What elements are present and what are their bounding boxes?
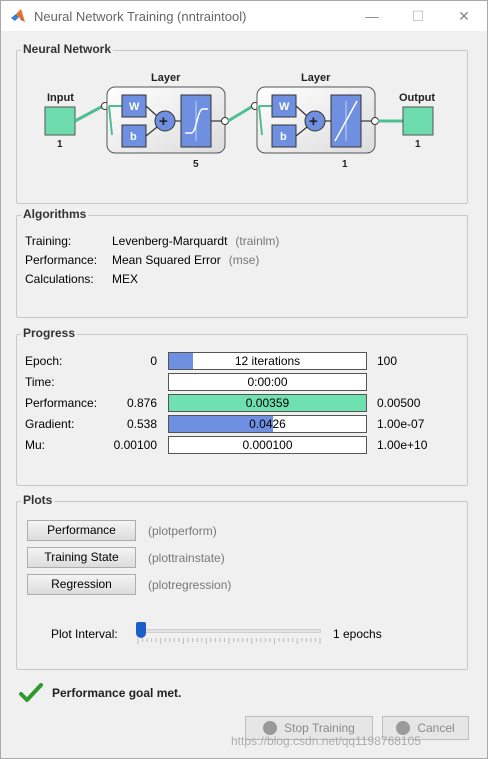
hidden-layer-size: 5 xyxy=(193,159,199,170)
stop-icon xyxy=(263,721,278,735)
matlab-logo-icon xyxy=(10,8,26,24)
progress-bar-gradient: 0.0426 xyxy=(168,415,367,433)
hidden-bias-label: b xyxy=(130,131,137,143)
algorithm-row-training: Training: Levenberg-Marquardt (trainlm) xyxy=(25,234,279,248)
algorithm-row-performance: Performance: Mean Squared Error (mse) xyxy=(25,253,259,267)
hidden-output-node xyxy=(221,117,229,125)
progress-bar-value: 12 iterations xyxy=(234,354,301,368)
plot-function: (plottrainstate) xyxy=(148,551,225,565)
cancel-label: Cancel xyxy=(417,721,455,735)
plot-interval-slider[interactable] xyxy=(137,629,321,633)
output-layer-output-node xyxy=(371,117,379,125)
output-node xyxy=(402,106,434,136)
progress-end-mu: 1.00e+10 xyxy=(377,438,428,452)
input-node xyxy=(44,106,76,136)
algorithms-panel: Algorithms Training: Levenberg-Marquardt… xyxy=(16,207,468,318)
plots-panel: Plots Performance (plotperform) Training… xyxy=(16,493,468,670)
output-sum-label: + xyxy=(309,113,318,130)
close-icon: ✕ xyxy=(458,7,470,24)
close-button[interactable]: ✕ xyxy=(441,1,487,31)
algorithm-label: Performance: xyxy=(25,253,98,267)
maximize-button[interactable]: ☐ xyxy=(395,1,441,31)
algorithm-label: Training: xyxy=(25,234,72,248)
status-row: Performance goal met. xyxy=(19,683,181,703)
progress-bar-value: 0.0426 xyxy=(249,417,286,431)
progress-end-epoch: 100 xyxy=(377,354,398,368)
input-size: 1 xyxy=(57,139,63,150)
algorithms-panel-title: Algorithms xyxy=(21,207,89,221)
progress-bar-epoch: 12 iterations xyxy=(168,352,367,370)
algorithm-value: MEX xyxy=(112,272,139,286)
title-bar[interactable]: Neural Network Training (nntraintool) — … xyxy=(1,1,487,31)
algorithm-row-calculations: Calculations: MEX xyxy=(25,272,138,286)
stop-training-label: Stop Training xyxy=(284,721,355,735)
progress-bar-value: 0.00359 xyxy=(245,396,290,410)
progress-start-performance: 0.876 xyxy=(126,396,157,410)
progress-panel-title: Progress xyxy=(21,326,78,340)
hidden-weight-label: W xyxy=(129,101,140,113)
plot-interval-label: Plot Interval: xyxy=(51,627,118,641)
progress-start-epoch: 0 xyxy=(150,354,157,368)
watermark-text: https://blog.csdn.net/qq1198768105 xyxy=(231,734,421,748)
progress-start-mu: 0.00100 xyxy=(113,438,157,452)
output-bias-label: b xyxy=(280,131,287,143)
output-size: 1 xyxy=(415,139,421,150)
plot-interval-slider-thumb[interactable] xyxy=(135,622,146,638)
plot-function: (plotperform) xyxy=(148,524,217,538)
progress-end-performance: 0.00500 xyxy=(377,396,421,410)
plot-function: (plotregression) xyxy=(148,578,232,592)
output-layer-label: Layer xyxy=(301,72,331,84)
algorithm-value: Mean Squared Error xyxy=(112,253,221,267)
network-diagram: Input 1 Layer W b + 5 Layer W b + 1 Outp… xyxy=(44,72,435,170)
maximize-icon: ☐ xyxy=(411,7,425,24)
minimize-icon: — xyxy=(365,8,379,24)
plot-training-state-button[interactable]: Training State xyxy=(27,547,136,568)
hidden-layer-label: Layer xyxy=(151,72,181,84)
input-label: Input xyxy=(47,92,74,104)
plot-regression-button[interactable]: Regression xyxy=(27,574,136,595)
minimize-button[interactable]: — xyxy=(349,1,395,31)
check-icon xyxy=(19,683,43,702)
progress-bar-mu: 0.000100 xyxy=(168,436,367,454)
window-title: Neural Network Training (nntraintool) xyxy=(34,8,247,24)
progress-bar-value: 0.000100 xyxy=(242,438,293,452)
output-weight-label: W xyxy=(279,101,290,113)
algorithm-function: (mse) xyxy=(228,253,260,267)
output-label: Output xyxy=(399,92,435,104)
algorithm-label: Calculations: xyxy=(25,272,94,286)
algorithm-function: (trainlm) xyxy=(235,234,280,248)
input-connection xyxy=(74,104,104,123)
progress-panel: Progress Epoch: 0 12 iterations 100 Time: 0:0… xyxy=(16,326,468,486)
nntraintool-window: Neural Network Training (nntraintool) — … xyxy=(0,0,488,759)
progress-bar-time: 0:00:00 xyxy=(168,373,367,391)
progress-start-gradient: 0.538 xyxy=(126,417,157,431)
plot-performance-button[interactable]: Performance xyxy=(27,520,136,541)
status-message: Performance goal met. xyxy=(52,686,182,700)
plots-panel-title: Plots xyxy=(21,493,55,507)
neural-network-panel: Neural Network Input 1 Layer W b + 5 Lay… xyxy=(16,42,468,204)
output-layer-size: 1 xyxy=(342,159,348,170)
algorithm-value: Levenberg-Marquardt xyxy=(112,234,228,248)
hidden-sum-label: + xyxy=(159,113,168,130)
plot-interval-ticks xyxy=(137,638,321,644)
cancel-icon xyxy=(396,721,411,735)
plot-interval-value: 1 epochs xyxy=(333,627,382,641)
progress-bar-performance: 0.00359 xyxy=(168,394,367,412)
progress-label-time: Time: xyxy=(25,375,55,389)
layer-connection xyxy=(227,104,254,123)
progress-end-gradient: 1.00e-07 xyxy=(377,417,425,431)
progress-bar-value: 0:00:00 xyxy=(247,375,288,389)
